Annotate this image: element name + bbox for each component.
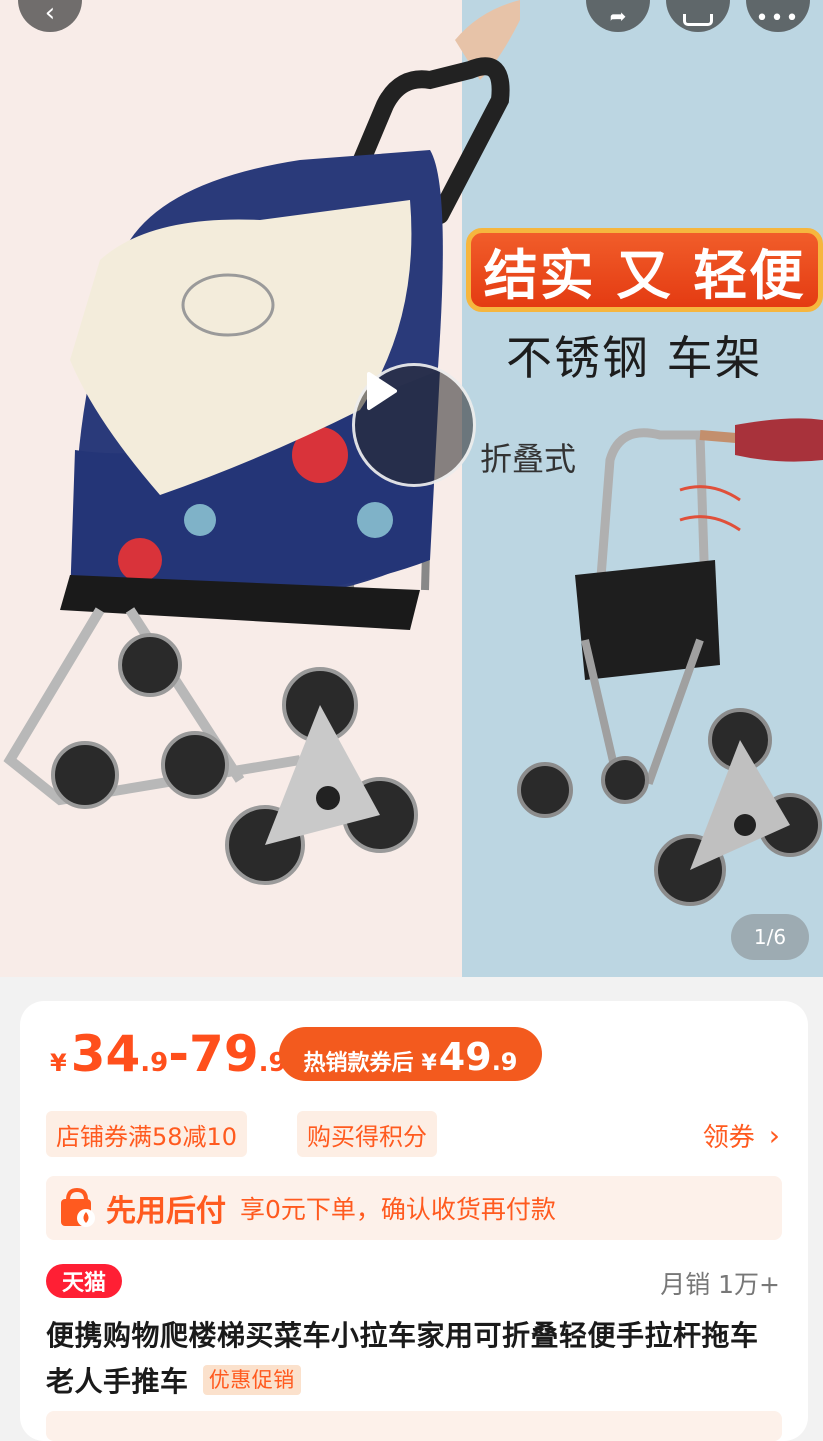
shopping-bag-icon xyxy=(61,1188,95,1227)
product-title-text: 便携购物爬楼梯买菜车小拉车家用可折叠轻便手拉杆拖车老人手推车 xyxy=(46,1319,759,1398)
product-info-card: ¥ 34 .9 - 79 .9 热销款券后 ¥ 49 .9 店铺券满58减10 … xyxy=(20,1001,808,1441)
monthly-sales: 月销 1万+ xyxy=(660,1270,780,1299)
product-title: 便携购物爬楼梯买菜车小拉车家用可折叠轻便手拉杆拖车老人手推车 优惠促销 xyxy=(46,1313,786,1405)
product-gallery[interactable]: ‹ ➦ ••• 结实 又 轻便 不锈钢 车架 折叠式 1/6 xyxy=(0,0,823,977)
price-currency: ¥ xyxy=(50,1049,67,1077)
shop-coupon-tag[interactable]: 店铺券满58减10 xyxy=(46,1111,248,1157)
promo-dec: .9 xyxy=(491,1048,518,1076)
slogan-badge: 结实 又 轻便 xyxy=(466,228,823,312)
fold-label: 折叠式 xyxy=(480,440,577,478)
points-tag[interactable]: 购买得积分 xyxy=(297,1111,437,1157)
pay-later-desc: 享0元下单，确认收货再付款 xyxy=(240,1195,556,1224)
next-section-strip xyxy=(46,1411,782,1441)
pay-later-banner[interactable]: 先用后付 享0元下单，确认收货再付款 xyxy=(46,1176,782,1240)
chevron-right-icon: › xyxy=(768,1119,780,1152)
cart-icon xyxy=(683,14,713,26)
promo-tag: 优惠促销 xyxy=(202,1365,301,1395)
price-dash: - xyxy=(168,1025,190,1083)
price-low-dec: .9 xyxy=(140,1048,169,1078)
chevron-left-icon: ‹ xyxy=(44,0,56,28)
share-icon: ➦ xyxy=(609,4,627,28)
price-range: ¥ 34 .9 - 79 .9 xyxy=(50,1025,287,1089)
get-coupon-label: 领券 xyxy=(702,1123,755,1153)
promo-currency: ¥ xyxy=(421,1051,437,1076)
price-low-int: 34 xyxy=(70,1025,141,1083)
more-icon: ••• xyxy=(755,6,801,31)
promo-label: 热销款券后 xyxy=(303,1051,414,1076)
price-high-int: 79 xyxy=(189,1025,259,1083)
promo-int: 49 xyxy=(438,1035,492,1079)
product-image xyxy=(3,0,823,906)
coupon-price-badge[interactable]: 热销款券后 ¥ 49 .9 xyxy=(279,1027,542,1081)
video-play-button[interactable] xyxy=(352,363,476,487)
image-counter: 1/6 xyxy=(731,914,809,960)
sub-slogan: 不锈钢 车架 xyxy=(506,331,763,385)
play-icon xyxy=(367,372,397,410)
pay-later-title: 先用后付 xyxy=(106,1194,226,1229)
tmall-badge: 天猫 xyxy=(46,1264,122,1298)
get-coupon-link[interactable]: 领券 › xyxy=(703,1117,780,1154)
